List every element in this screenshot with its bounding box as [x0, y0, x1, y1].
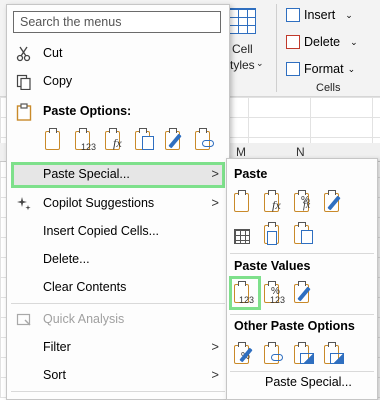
menu-item-label: Quick Analysis [43, 312, 125, 326]
insert-button[interactable]: Insert ⌄ [286, 8, 353, 22]
menu-item-label: Copilot Suggestions [43, 196, 155, 210]
submenu-divider [230, 314, 374, 315]
menu-item-sort[interactable]: Sort > [7, 361, 229, 389]
paste-formatting-icon[interactable]: % [232, 341, 255, 367]
paste-transpose-icon[interactable] [292, 221, 315, 247]
menu-item-clear-contents[interactable]: Clear Contents [7, 273, 229, 301]
chevron-right-icon: > [211, 195, 219, 210]
menu-item-copilot[interactable]: Copilot Suggestions > [7, 189, 229, 217]
paste-values-source-formatting-icon[interactable] [292, 280, 315, 306]
menu-item-label: Clear Contents [43, 280, 127, 294]
scissors-icon [15, 45, 33, 63]
cell-styles-label-2[interactable]: tyles [230, 58, 255, 72]
menu-item-label: Filter [43, 340, 71, 354]
menu-item-insert-copied[interactable]: Insert Copied Cells... [7, 217, 229, 245]
menu-item-paste-special[interactable]: Paste Special... > [7, 160, 229, 188]
submenu-divider [230, 371, 374, 372]
submenu-paste-special[interactable]: Paste Special... [265, 375, 352, 389]
menu-item-copy[interactable]: Copy [7, 67, 229, 95]
other-paste-row: % [232, 341, 345, 367]
menu-divider [11, 391, 225, 392]
clipboard-icon [15, 103, 33, 121]
cells-group-label: Cells [316, 82, 341, 94]
chevron-right-icon: > [211, 166, 219, 181]
paste-formatting-icon[interactable] [163, 127, 186, 153]
values-tag: 123 [239, 295, 255, 305]
paste-values-icon[interactable]: 123 [73, 127, 96, 153]
chevron-right-icon: > [211, 339, 219, 354]
insert-cells-icon [286, 8, 300, 22]
insert-label: Insert [304, 8, 336, 22]
delete-cells-icon [286, 35, 300, 49]
menu-item-paste-options: Paste Options: [7, 97, 229, 125]
paste-icons-row-2 [232, 221, 315, 247]
format-label: Format [304, 62, 344, 76]
menu-item-label: Cut [43, 46, 63, 60]
menu-item-label: Sort [43, 368, 66, 382]
cell-styles-icon[interactable] [228, 8, 256, 34]
paste-options-heading: Paste Options: [43, 104, 132, 118]
ribbon-separator [276, 4, 277, 92]
search-input[interactable] [14, 12, 220, 32]
paste-heading: Paste [234, 167, 268, 181]
column-header-m[interactable]: M [236, 145, 246, 159]
no-borders-icon[interactable] [232, 221, 255, 247]
context-menu: Cut Copy Paste Options: 123 fx Paste Spe… [6, 4, 230, 400]
paste-formulas-icon[interactable]: fx [103, 127, 126, 153]
menu-search-box[interactable] [13, 11, 221, 33]
menu-item-delete[interactable]: Delete... [7, 245, 229, 273]
delete-button[interactable]: Delete ⌄ [286, 35, 358, 49]
menu-item-label: Delete... [43, 252, 90, 266]
paste-icon[interactable] [232, 189, 255, 215]
menu-item-label: Copy [43, 74, 73, 88]
paste-values-icon[interactable]: 123 [232, 280, 255, 306]
paste-values-heading: Paste Values [234, 259, 311, 273]
paste-values-row: 123 % 123 [232, 280, 315, 306]
paste-formulas-number-formatting-icon[interactable]: % fx [292, 189, 315, 215]
menu-divider [11, 303, 225, 304]
format-cells-icon [286, 62, 300, 76]
linked-picture-icon[interactable] [322, 341, 345, 367]
paste-options-row: 123 fx [43, 127, 216, 155]
menu-item-quick-analysis: Quick Analysis [7, 305, 229, 333]
cell-styles-label-1: Cell [232, 42, 253, 56]
paste-special-submenu: Paste fx % fx Paste Values 123 % 123 Other… [226, 158, 378, 400]
submenu-divider [230, 253, 374, 254]
paste-formulas-icon[interactable]: fx [262, 189, 285, 215]
menu-item-filter[interactable]: Filter > [7, 333, 229, 361]
menu-item-label: Paste Special... [43, 167, 130, 181]
keep-column-widths-icon[interactable] [262, 221, 285, 247]
paste-picture-icon[interactable] [292, 341, 315, 367]
copy-icon [15, 73, 33, 91]
other-paste-options-heading: Other Paste Options [234, 319, 355, 333]
paste-icon[interactable] [43, 127, 66, 153]
copilot-sparkle-icon [15, 195, 33, 213]
paste-icons-row-1: fx % fx [232, 189, 345, 215]
format-button[interactable]: Format ⌄ [286, 62, 355, 76]
values-tag: 123 [81, 142, 97, 152]
delete-label: Delete [304, 35, 341, 49]
paste-transpose-icon[interactable] [133, 127, 156, 153]
column-header-n[interactable]: N [296, 145, 305, 159]
paste-values-number-formatting-icon[interactable]: % 123 [262, 280, 285, 306]
paste-link-icon[interactable] [262, 341, 285, 367]
chevron-down-icon: ⌄ [256, 58, 264, 68]
quick-analysis-icon [15, 311, 33, 329]
values-tag: 123 [270, 295, 286, 305]
menu-item-label: Insert Copied Cells... [43, 224, 160, 238]
paste-link-icon[interactable] [193, 127, 216, 153]
chevron-down-icon: ⌄ [350, 36, 358, 47]
chevron-down-icon: ⌄ [345, 9, 353, 20]
chevron-right-icon: > [211, 367, 219, 382]
keep-source-formatting-icon[interactable] [322, 189, 345, 215]
menu-item-cut[interactable]: Cut [7, 39, 229, 67]
chevron-down-icon: ⌄ [347, 63, 356, 74]
